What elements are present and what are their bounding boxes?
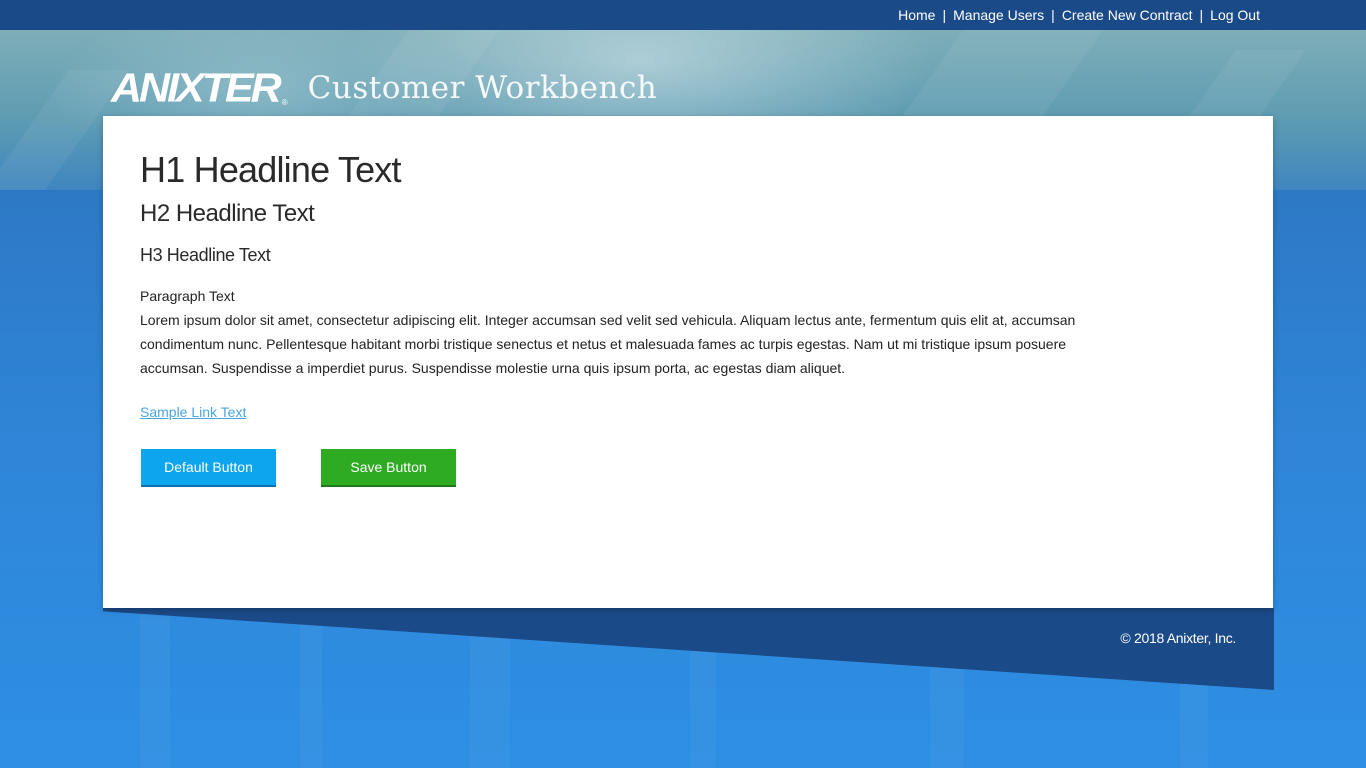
anixter-logo[interactable]: ANIXTER [111, 65, 282, 112]
nav-separator: | [1051, 7, 1055, 23]
app-title: Customer Workbench [307, 70, 658, 106]
save-button[interactable]: Save Button [321, 449, 456, 487]
top-nav: Home | Manage Users | Create New Contrac… [898, 0, 1260, 30]
paragraph-label: Paragraph Text [140, 288, 235, 304]
top-nav-bar: Home | Manage Users | Create New Contrac… [0, 0, 1366, 30]
brand-header: ANIXTER ® Customer Workbench [111, 64, 657, 112]
nav-link-manage-users[interactable]: Manage Users [953, 7, 1044, 23]
nav-link-log-out[interactable]: Log Out [1210, 7, 1260, 23]
nav-separator: | [1199, 7, 1204, 23]
nav-separator: | [942, 7, 947, 23]
content-area: H1 Headline Text H2 Headline Text H3 Hea… [140, 146, 1090, 422]
trademark-symbol: ® [281, 97, 288, 107]
button-group: Default Button Save Button [141, 449, 456, 487]
main-content-card: H1 Headline Text H2 Headline Text H3 Hea… [103, 116, 1273, 608]
default-button[interactable]: Default Button [141, 449, 276, 487]
paragraph-body: Lorem ipsum dolor sit amet, consectetur … [140, 312, 1076, 376]
nav-link-home[interactable]: Home [898, 7, 935, 23]
footer-band [103, 608, 1274, 690]
copyright-text: © 2018 Anixter, Inc. [1120, 630, 1236, 646]
h1-headline: H1 Headline Text [140, 149, 402, 190]
nav-link-create-new-contract[interactable]: Create New Contract [1062, 7, 1193, 23]
h3-headline: H3 Headline Text [140, 245, 271, 265]
sample-link[interactable]: Sample Link Text [140, 404, 246, 420]
h2-headline: H2 Headline Text [140, 200, 315, 227]
